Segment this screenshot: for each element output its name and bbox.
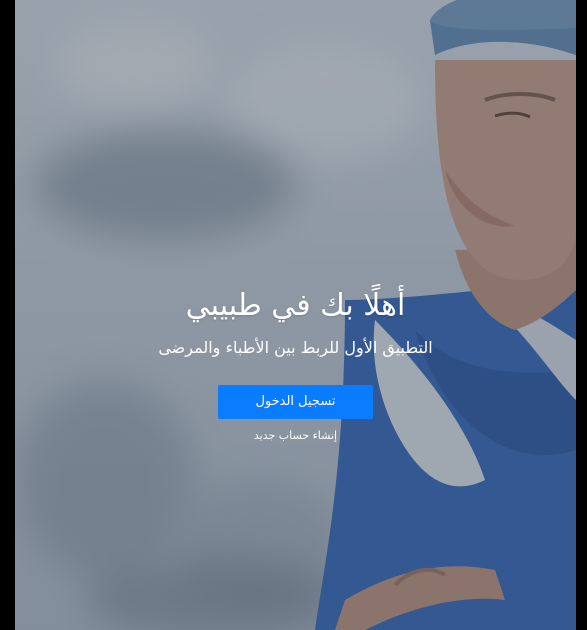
- login-button[interactable]: تسجيل الدخول: [218, 385, 373, 419]
- hero-section: أهلًا بك في طبيبي التطبيق الأول للربط بي…: [15, 0, 576, 630]
- welcome-content: أهلًا بك في طبيبي التطبيق الأول للربط بي…: [15, 0, 576, 630]
- welcome-subtitle: التطبيق الأول للربط بين الأطباء والمرضى: [158, 338, 433, 357]
- welcome-title: أهلًا بك في طبيبي: [185, 288, 406, 323]
- create-account-link[interactable]: إنشاء حساب جديد: [15, 428, 576, 444]
- screen-frame: أهلًا بك في طبيبي التطبيق الأول للربط بي…: [0, 0, 587, 630]
